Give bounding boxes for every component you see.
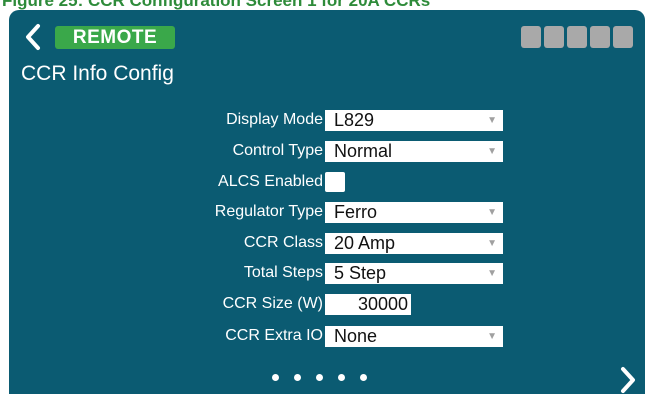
ccr-extra-io-label: CCR Extra IO — [225, 327, 323, 344]
status-indicator — [521, 26, 633, 48]
page-indicator — [272, 374, 367, 381]
ccr-size-label: CCR Size (W) — [222, 295, 323, 312]
ccr-size-input[interactable]: 30000 — [325, 294, 411, 315]
display-mode-row: Display Mode L829 ▼ — [9, 108, 645, 132]
total-steps-row: Total Steps 5 Step ▼ — [9, 261, 645, 285]
regulator-type-row: Regulator Type Ferro ▼ — [9, 200, 645, 224]
display-mode-select[interactable]: L829 ▼ — [325, 110, 503, 131]
page-dot[interactable] — [338, 374, 345, 381]
total-steps-value: 5 Step — [334, 263, 387, 283]
triangle-down-icon: ▼ — [487, 207, 497, 218]
regulator-type-select[interactable]: Ferro ▼ — [325, 202, 503, 223]
ccr-config-panel: REMOTE CCR Info Config Display Mode L829… — [9, 10, 645, 394]
control-type-row: Control Type Normal ▼ — [9, 139, 645, 163]
status-block — [567, 26, 587, 48]
page-dot[interactable] — [316, 374, 323, 381]
page-title: CCR Info Config — [21, 62, 174, 85]
regulator-type-value: Ferro — [334, 202, 378, 222]
ccr-extra-io-select[interactable]: None ▼ — [325, 326, 503, 347]
remote-badge: REMOTE — [55, 26, 175, 49]
chevron-right-icon — [621, 367, 635, 393]
ccr-class-label: CCR Class — [243, 234, 323, 251]
total-steps-label: Total Steps — [243, 264, 323, 281]
triangle-down-icon: ▼ — [487, 146, 497, 157]
ccr-size-row: CCR Size (W) 30000 — [9, 292, 645, 316]
page-dot[interactable] — [272, 374, 279, 381]
ccr-extra-io-row: CCR Extra IO None ▼ — [9, 324, 645, 348]
display-mode-label: Display Mode — [226, 111, 323, 128]
triangle-down-icon: ▼ — [487, 268, 497, 279]
control-type-label: Control Type — [232, 142, 323, 159]
status-block — [544, 26, 564, 48]
status-block — [613, 26, 633, 48]
status-block — [590, 26, 610, 48]
ccr-class-value: 20 Amp — [334, 233, 396, 253]
control-type-select[interactable]: Normal ▼ — [325, 141, 503, 162]
chevron-left-icon — [26, 24, 40, 50]
display-mode-value: L829 — [334, 110, 375, 130]
ccr-class-row: CCR Class 20 Amp ▼ — [9, 231, 645, 255]
page-dot[interactable] — [294, 374, 301, 381]
status-block — [521, 26, 541, 48]
ccr-extra-io-value: None — [334, 326, 378, 346]
triangle-down-icon: ▼ — [487, 238, 497, 249]
page-dot[interactable] — [360, 374, 367, 381]
back-button[interactable] — [23, 23, 43, 51]
ccr-class-select[interactable]: 20 Amp ▼ — [325, 233, 503, 254]
control-type-value: Normal — [334, 141, 393, 161]
total-steps-select[interactable]: 5 Step ▼ — [325, 263, 503, 284]
triangle-down-icon: ▼ — [487, 115, 497, 126]
next-button[interactable] — [619, 366, 637, 394]
triangle-down-icon: ▼ — [487, 331, 497, 342]
alcs-enabled-checkbox[interactable] — [325, 172, 345, 192]
alcs-enabled-label: ALCS Enabled — [218, 173, 323, 190]
regulator-type-label: Regulator Type — [214, 203, 323, 220]
alcs-enabled-row: ALCS Enabled — [9, 170, 645, 194]
